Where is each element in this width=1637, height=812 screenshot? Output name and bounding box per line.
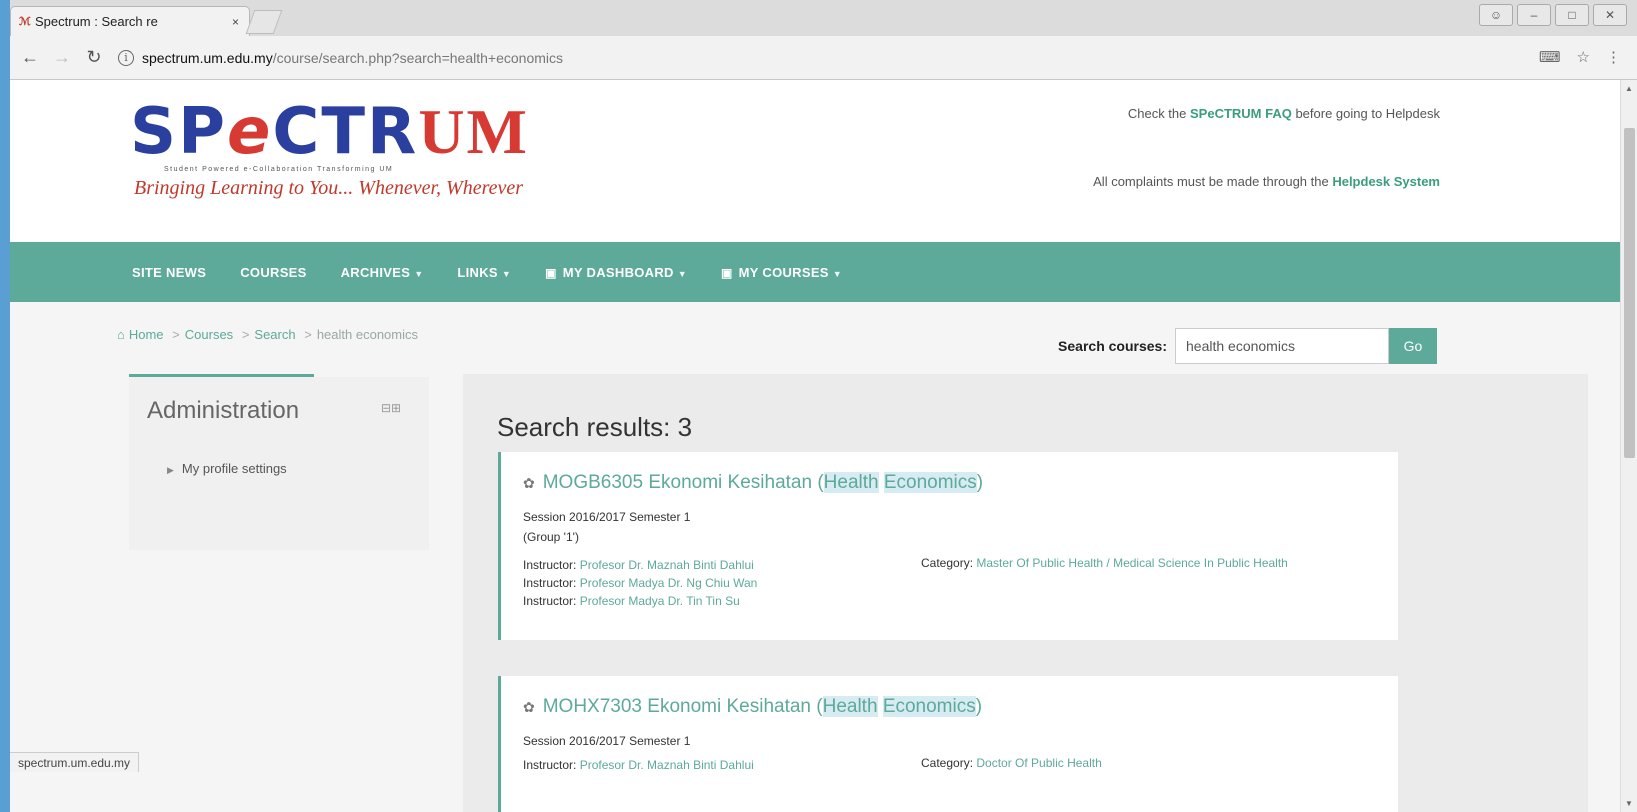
administration-block: Administration ⊟⊞ ▶ My profile settings [129, 374, 429, 550]
course-icon: ✿ [523, 699, 535, 715]
site-favicon-icon: ℳ [19, 16, 31, 28]
search-results-panel: Search results: 3 ✿ MOGB6305 Ekonomi Kesi… [463, 374, 1588, 812]
chevron-down-icon: ▼ [677, 268, 687, 279]
nav-my-courses[interactable]: ▣ MY COURSES ▼ [721, 265, 842, 280]
instructor-link[interactable]: Profesor Madya Dr. Tin Tin Su [580, 594, 740, 608]
category-link[interactable]: Doctor Of Public Health [976, 756, 1101, 770]
instructor-link[interactable]: Profesor Dr. Maznah Binti Dahlui [580, 758, 754, 772]
scroll-up-icon: ▲ [1625, 84, 1633, 93]
my-profile-settings[interactable]: ▶ My profile settings [167, 461, 287, 476]
url-path: /course/search.php?search=health+economi… [272, 49, 564, 66]
results-heading: Search results: 3 [497, 412, 693, 442]
main-navbar: SITE NEWS COURSES ARCHIVES ▼ LINKS ▼ ▣ MY D… [10, 242, 1620, 302]
translate-icon[interactable]: ⌨ [1539, 48, 1561, 66]
nav-courses[interactable]: COURSES [240, 265, 306, 280]
reload-icon[interactable]: ↻ [82, 47, 106, 68]
course-category: Category: Doctor Of Public Health [921, 756, 1102, 770]
nav-site-news[interactable]: SITE NEWS [132, 265, 206, 280]
scroll-thumb[interactable] [1624, 128, 1635, 458]
faq-link[interactable]: SPeCTRUM FAQ [1190, 106, 1292, 121]
breadcrumb-home[interactable]: Home [129, 327, 164, 342]
page-viewport: SPeCTRUM Student Powered e-Collaboration… [10, 80, 1637, 812]
logo-tagline: Bringing Learning to You... Whenever, Wh… [134, 177, 524, 199]
logo-subtitle: Student Powered e-Collaboration Transfor… [164, 166, 394, 173]
course-card: ✿ MOHX7303 Ekonomi Kesihatan (Health Econ… [498, 676, 1398, 812]
url-host: spectrum.um.edu.my [142, 49, 273, 66]
course-search: Search courses: Go [1058, 328, 1437, 364]
chevron-down-icon: ▼ [501, 268, 512, 279]
course-card: ✿ MOGB6305 Ekonomi Kesihatan (Health Econ… [498, 452, 1398, 640]
category-link[interactable]: Master Of Public Health / Medical Scienc… [976, 556, 1287, 570]
forward-icon[interactable]: → [50, 47, 74, 68]
breadcrumb-courses[interactable]: Courses [185, 327, 233, 342]
nav-my-dashboard[interactable]: ▣ MY DASHBOARD ▼ [545, 265, 687, 280]
administration-title: Administration [147, 397, 300, 424]
breadcrumb: ⌂ Home > Courses > Search > health economics [117, 327, 418, 342]
window-controls: ☺ – □ ✕ [1479, 4, 1627, 26]
briefcase-icon: ▣ [720, 265, 733, 280]
chevron-down-icon: ▼ [832, 268, 842, 279]
course-session: Session 2016/2017 Semester 1 [523, 734, 691, 748]
faq-notice: Check the SPeCTRUM FAQ before going to H… [1127, 106, 1440, 121]
helpdesk-link[interactable]: Helpdesk System [1332, 174, 1440, 189]
spectrum-logo[interactable]: SPeCTRUM Student Powered e-Collaboration… [130, 100, 529, 200]
close-window-button[interactable]: ✕ [1593, 4, 1627, 26]
breadcrumb-search[interactable]: Search [254, 327, 295, 342]
tab-close-icon[interactable]: × [232, 15, 239, 29]
course-title-link[interactable]: ✿ MOHX7303 Ekonomi Kesihatan (Health Econ… [523, 696, 982, 718]
instructor-list: Instructor: Profesor Dr. Maznah Binti Da… [523, 758, 754, 772]
course-session: Session 2016/2017 Semester 1 [523, 510, 691, 524]
back-icon[interactable]: ← [18, 47, 42, 68]
maximize-button[interactable]: □ [1555, 4, 1589, 26]
instructor-link[interactable]: Profesor Madya Dr. Ng Chiu Wan [580, 576, 758, 590]
home-icon: ⌂ [117, 327, 125, 342]
bookmark-star-icon[interactable]: ☆ [1577, 48, 1590, 66]
course-group: (Group '1') [523, 530, 579, 544]
nav-links[interactable]: LINKS ▼ [457, 265, 511, 280]
nav-archives[interactable]: ARCHIVES ▼ [341, 265, 424, 280]
status-bar: spectrum.um.edu.my [10, 752, 140, 772]
course-category: Category: Master Of Public Health / Medi… [921, 556, 1288, 570]
browser-toolbar: ← → ↻ i spectrum.um.edu.my/course/search… [10, 36, 1637, 80]
info-icon[interactable]: i [118, 49, 134, 66]
site-header: SPeCTRUM Student Powered e-Collaboration… [10, 80, 1620, 242]
scroll-down-icon: ▼ [1625, 799, 1633, 808]
course-icon: ✿ [523, 475, 535, 491]
user-icon[interactable]: ☺ [1479, 4, 1513, 26]
search-input[interactable] [1175, 328, 1389, 364]
menu-icon[interactable]: ⋮ [1606, 48, 1621, 66]
course-title-link[interactable]: ✿ MOGB6305 Ekonomi Kesihatan (Health Econ… [523, 472, 983, 494]
breadcrumb-current: health economics [316, 327, 418, 342]
browser-tab[interactable]: ℳ Spectrum : Search re × [10, 6, 250, 36]
new-tab-button[interactable] [245, 10, 283, 34]
instructor-link[interactable]: Profesor Dr. Maznah Binti Dahlui [580, 558, 754, 572]
search-label: Search courses: [1058, 338, 1167, 354]
dashboard-icon: ▣ [545, 265, 557, 280]
search-go-button[interactable]: Go [1389, 328, 1437, 364]
minimize-button[interactable]: – [1517, 4, 1551, 26]
helpdesk-notice: All complaints must be made through the … [1093, 174, 1440, 189]
browser-tab-strip: ℳ Spectrum : Search re × ☺ – □ ✕ [10, 0, 1637, 36]
vertical-scrollbar[interactable]: ▲ ▼ [1620, 80, 1637, 812]
chevron-down-icon: ▼ [414, 268, 424, 279]
address-bar[interactable]: i spectrum.um.edu.my/course/search.php?s… [118, 43, 1518, 73]
instructor-list: Instructor: Profesor Dr. Maznah Binti Da… [523, 558, 758, 608]
expand-arrow-icon: ▶ [167, 465, 174, 475]
block-controls-icon[interactable]: ⊟⊞ [381, 401, 401, 415]
tab-title: Spectrum : Search re [35, 14, 158, 29]
